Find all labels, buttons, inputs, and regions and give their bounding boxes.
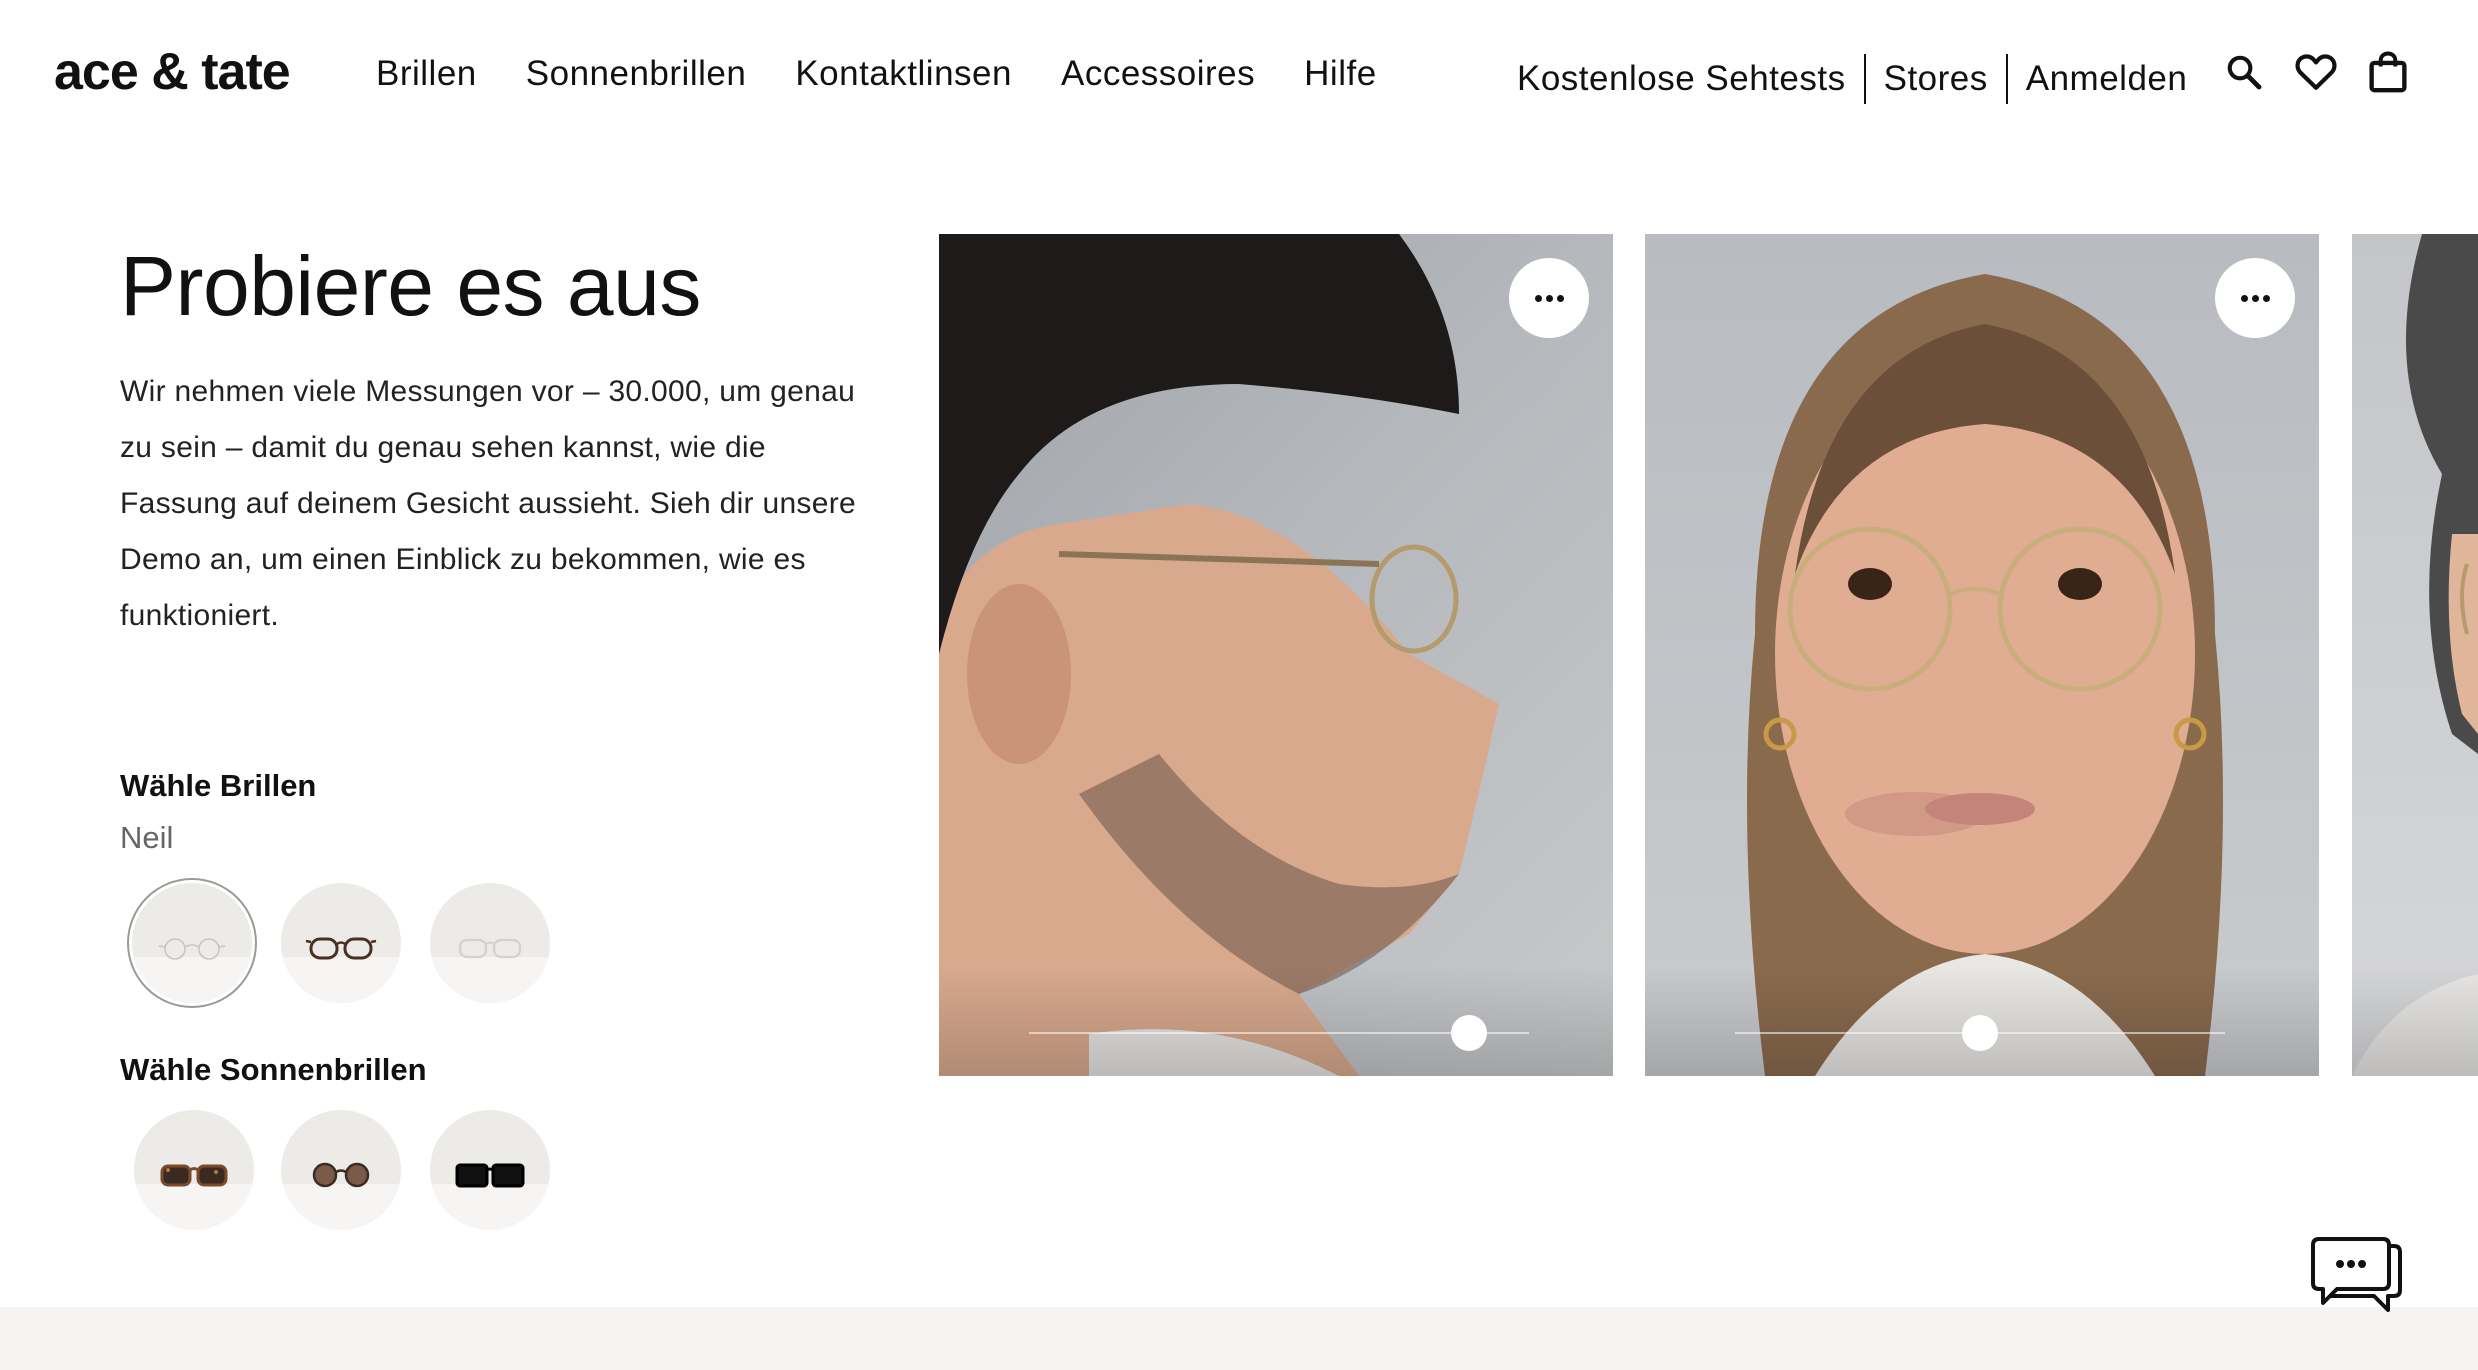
nav-divider <box>2005 54 2008 104</box>
page-title: Probiere es aus <box>120 239 701 333</box>
nav-item-eye-test[interactable]: Kostenlose Sehtests <box>1517 59 1846 99</box>
shopping-bag-icon[interactable] <box>2366 50 2410 94</box>
brown-glasses-icon <box>305 937 377 960</box>
tortoise-sunglasses-icon <box>160 1164 228 1187</box>
glasses-option-1[interactable] <box>132 883 252 1003</box>
intro-text: Wir nehmen viele Messungen vor – 30.000,… <box>120 375 856 632</box>
search-icon[interactable] <box>2222 50 2266 94</box>
header-icons <box>2222 50 2410 94</box>
glasses-section-label: Wähle Brillen <box>120 768 317 803</box>
slider-handle[interactable] <box>1962 1015 1998 1051</box>
nav-item-kontaktlinsen[interactable]: Kontaktlinsen <box>795 54 1012 94</box>
front-portrait-image <box>1747 274 2223 1076</box>
sunglasses-section-label: Wähle Sonnenbrillen <box>120 1052 427 1087</box>
partial-card[interactable] <box>2352 234 2478 1076</box>
main-nav: Brillen Sonnenbrillen Kontaktlinsen Acce… <box>376 54 1377 94</box>
black-sunglasses-icon <box>455 1163 525 1188</box>
sunglasses-option-1[interactable] <box>134 1110 254 1230</box>
glasses-option-2[interactable] <box>281 883 401 1003</box>
nav-item-brillen[interactable]: Brillen <box>376 54 477 94</box>
chat-icon <box>2311 1237 2402 1312</box>
slider-handle[interactable] <box>1451 1015 1487 1051</box>
partial-portrait-image <box>2352 234 2478 1076</box>
clear-glasses-icon <box>158 937 226 960</box>
nav-divider <box>1863 54 1866 104</box>
logo[interactable]: ace & tate <box>54 42 291 102</box>
sunglasses-option-2[interactable] <box>281 1110 401 1230</box>
nav-item-stores[interactable]: Stores <box>1884 59 1988 99</box>
heart-icon[interactable] <box>2294 50 2338 94</box>
sunglasses-option-3[interactable] <box>430 1110 550 1230</box>
profile-portrait-image <box>939 234 1499 1076</box>
glasses-option-3[interactable] <box>430 883 550 1003</box>
profile-view-card[interactable] <box>939 234 1613 1076</box>
more-options-button[interactable] <box>1509 258 1589 338</box>
transparent-glasses-icon <box>458 938 522 958</box>
nav-item-sonnenbrillen[interactable]: Sonnenbrillen <box>526 54 747 94</box>
brown-sunglasses-icon <box>312 1162 370 1188</box>
nav-item-hilfe[interactable]: Hilfe <box>1304 54 1377 94</box>
selected-frame-name: Neil <box>120 820 174 855</box>
more-options-button[interactable] <box>2215 258 2295 338</box>
nav-item-accessoires[interactable]: Accessoires <box>1061 54 1255 94</box>
site-header: ace & tate Brillen Sonnenbrillen Kontakt… <box>0 0 2478 150</box>
nav-item-login[interactable]: Anmelden <box>2026 59 2188 99</box>
footer-band <box>0 1307 2478 1370</box>
chat-button[interactable] <box>2310 1228 2406 1318</box>
front-view-card[interactable] <box>1645 234 2319 1076</box>
secondary-nav: Kostenlose Sehtests Stores Anmelden <box>1517 54 2187 104</box>
